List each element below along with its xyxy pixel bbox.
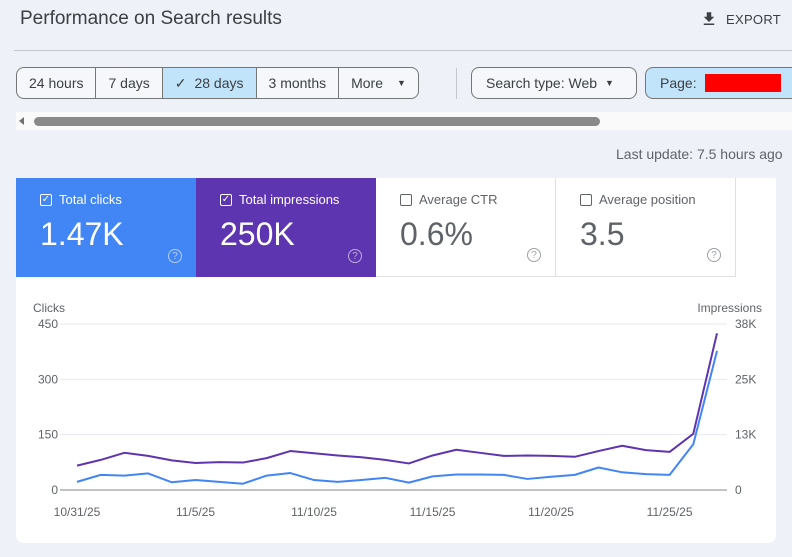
divider bbox=[456, 68, 457, 99]
date-range-3-months[interactable]: 3 months bbox=[257, 68, 340, 98]
date-range-28-days[interactable]: ✓ 28 days bbox=[162, 68, 257, 98]
page-filter-label: Page: bbox=[660, 75, 697, 91]
date-range-more[interactable]: More ▼ bbox=[339, 68, 418, 98]
checkbox-checked-icon[interactable]: ✓ bbox=[40, 193, 52, 206]
page-title: Performance on Search results bbox=[20, 8, 282, 29]
scroll-left-arrow-icon[interactable] bbox=[19, 117, 24, 125]
date-range-selector: 24 hours 7 days ✓ 28 days 3 months More ▼ bbox=[16, 67, 419, 99]
redacted-page-value bbox=[704, 74, 781, 92]
horizontal-scrollbar[interactable] bbox=[16, 112, 792, 130]
help-icon[interactable]: ? bbox=[168, 249, 182, 263]
dropdown-caret-icon: ▼ bbox=[605, 78, 614, 88]
metric-total-clicks[interactable]: ✓ Total clicks 1.47K ? bbox=[16, 178, 196, 277]
date-range-24-hours[interactable]: 24 hours bbox=[17, 68, 97, 98]
metric-label: Average CTR bbox=[419, 192, 498, 207]
last-update: Last update: 7.5 hours ago bbox=[616, 146, 783, 162]
date-range-7-days[interactable]: 7 days bbox=[96, 68, 163, 98]
date-range-label: 28 days bbox=[194, 75, 244, 91]
date-range-label: More bbox=[351, 75, 384, 91]
export-label: EXPORT bbox=[726, 11, 782, 27]
checkbox-unchecked-icon[interactable] bbox=[580, 193, 592, 206]
metric-value: 1.47K bbox=[40, 216, 124, 252]
help-icon[interactable]: ? bbox=[348, 249, 362, 263]
metric-average-position[interactable]: Average position 3.5 ? bbox=[556, 178, 736, 277]
export-button[interactable]: EXPORT bbox=[700, 10, 781, 28]
scrollbar-thumb[interactable] bbox=[34, 117, 600, 126]
metric-value: 250K bbox=[220, 216, 295, 252]
help-icon[interactable]: ? bbox=[527, 248, 541, 262]
metric-label: Average position bbox=[599, 192, 696, 207]
check-icon: ✓ bbox=[174, 74, 187, 91]
date-range-label: 24 hours bbox=[29, 75, 84, 91]
download-icon bbox=[703, 12, 715, 25]
metric-label: Total impressions bbox=[239, 192, 340, 207]
search-type-label: Search type: Web bbox=[486, 75, 598, 91]
date-range-label: 3 months bbox=[268, 75, 327, 91]
metric-total-impressions[interactable]: ✓ Total impressions 250K ? bbox=[196, 178, 376, 277]
metric-label: Total clicks bbox=[59, 192, 122, 207]
help-icon[interactable]: ? bbox=[707, 248, 721, 262]
checkbox-checked-icon[interactable]: ✓ bbox=[220, 193, 232, 206]
search-type-filter[interactable]: Search type: Web ▼ bbox=[471, 67, 637, 99]
date-range-label: 7 days bbox=[108, 75, 150, 91]
divider bbox=[14, 50, 792, 51]
metric-average-ctr[interactable]: Average CTR 0.6% ? bbox=[376, 178, 556, 277]
checkbox-unchecked-icon[interactable] bbox=[400, 193, 412, 206]
dropdown-caret-icon: ▼ bbox=[397, 78, 406, 88]
page-filter[interactable]: Page: bbox=[645, 67, 792, 99]
